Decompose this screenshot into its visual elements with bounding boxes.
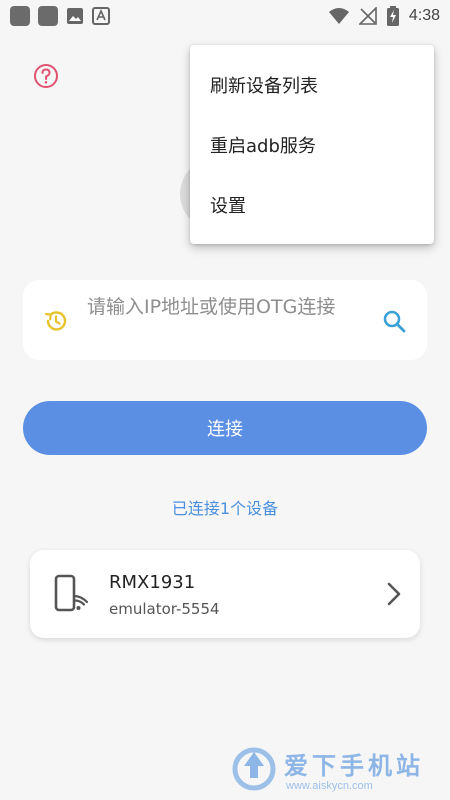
search-bar[interactable]: 请输入IP地址或使用OTG连接 xyxy=(23,280,427,360)
status-bar: 4:38 xyxy=(0,0,450,32)
connected-devices-link[interactable]: 已连接1个设备 xyxy=(0,495,450,519)
font-icon xyxy=(92,7,110,25)
search-icon[interactable] xyxy=(381,308,407,334)
battery-charging-icon xyxy=(386,6,399,26)
watermark-url: www.aiskycn.com xyxy=(286,780,373,792)
device-card[interactable]: RMX1931 emulator-5554 xyxy=(30,550,420,638)
notification-icon xyxy=(10,6,30,26)
status-icons-left xyxy=(10,6,110,26)
status-icons-right: 4:38 xyxy=(328,6,440,26)
phone-wifi-icon xyxy=(54,574,89,612)
device-serial: emulator-5554 xyxy=(109,600,220,618)
status-time: 4:38 xyxy=(408,7,440,24)
connect-button[interactable]: 连接 xyxy=(23,401,427,455)
watermark-logo-icon xyxy=(232,747,276,791)
wifi-icon xyxy=(328,8,349,24)
chevron-right-icon[interactable] xyxy=(384,581,404,607)
history-icon[interactable] xyxy=(43,308,69,334)
overflow-menu: 刷新设备列表 重启adb服务 设置 xyxy=(190,45,434,244)
watermark-title: 爱下手机站 xyxy=(284,752,424,780)
watermark: 爱下手机站 www.aiskycn.com xyxy=(228,742,450,800)
help-icon[interactable] xyxy=(33,63,59,89)
search-input[interactable]: 请输入IP地址或使用OTG连接 xyxy=(87,294,367,320)
device-name: RMX1931 xyxy=(109,572,196,593)
menu-item-settings[interactable]: 设置 xyxy=(190,175,434,235)
menu-item-refresh-devices[interactable]: 刷新设备列表 xyxy=(190,55,434,115)
notification-icon xyxy=(38,6,58,26)
menu-item-restart-adb[interactable]: 重启adb服务 xyxy=(190,115,434,175)
image-icon xyxy=(67,8,83,24)
no-signal-icon xyxy=(358,7,377,25)
